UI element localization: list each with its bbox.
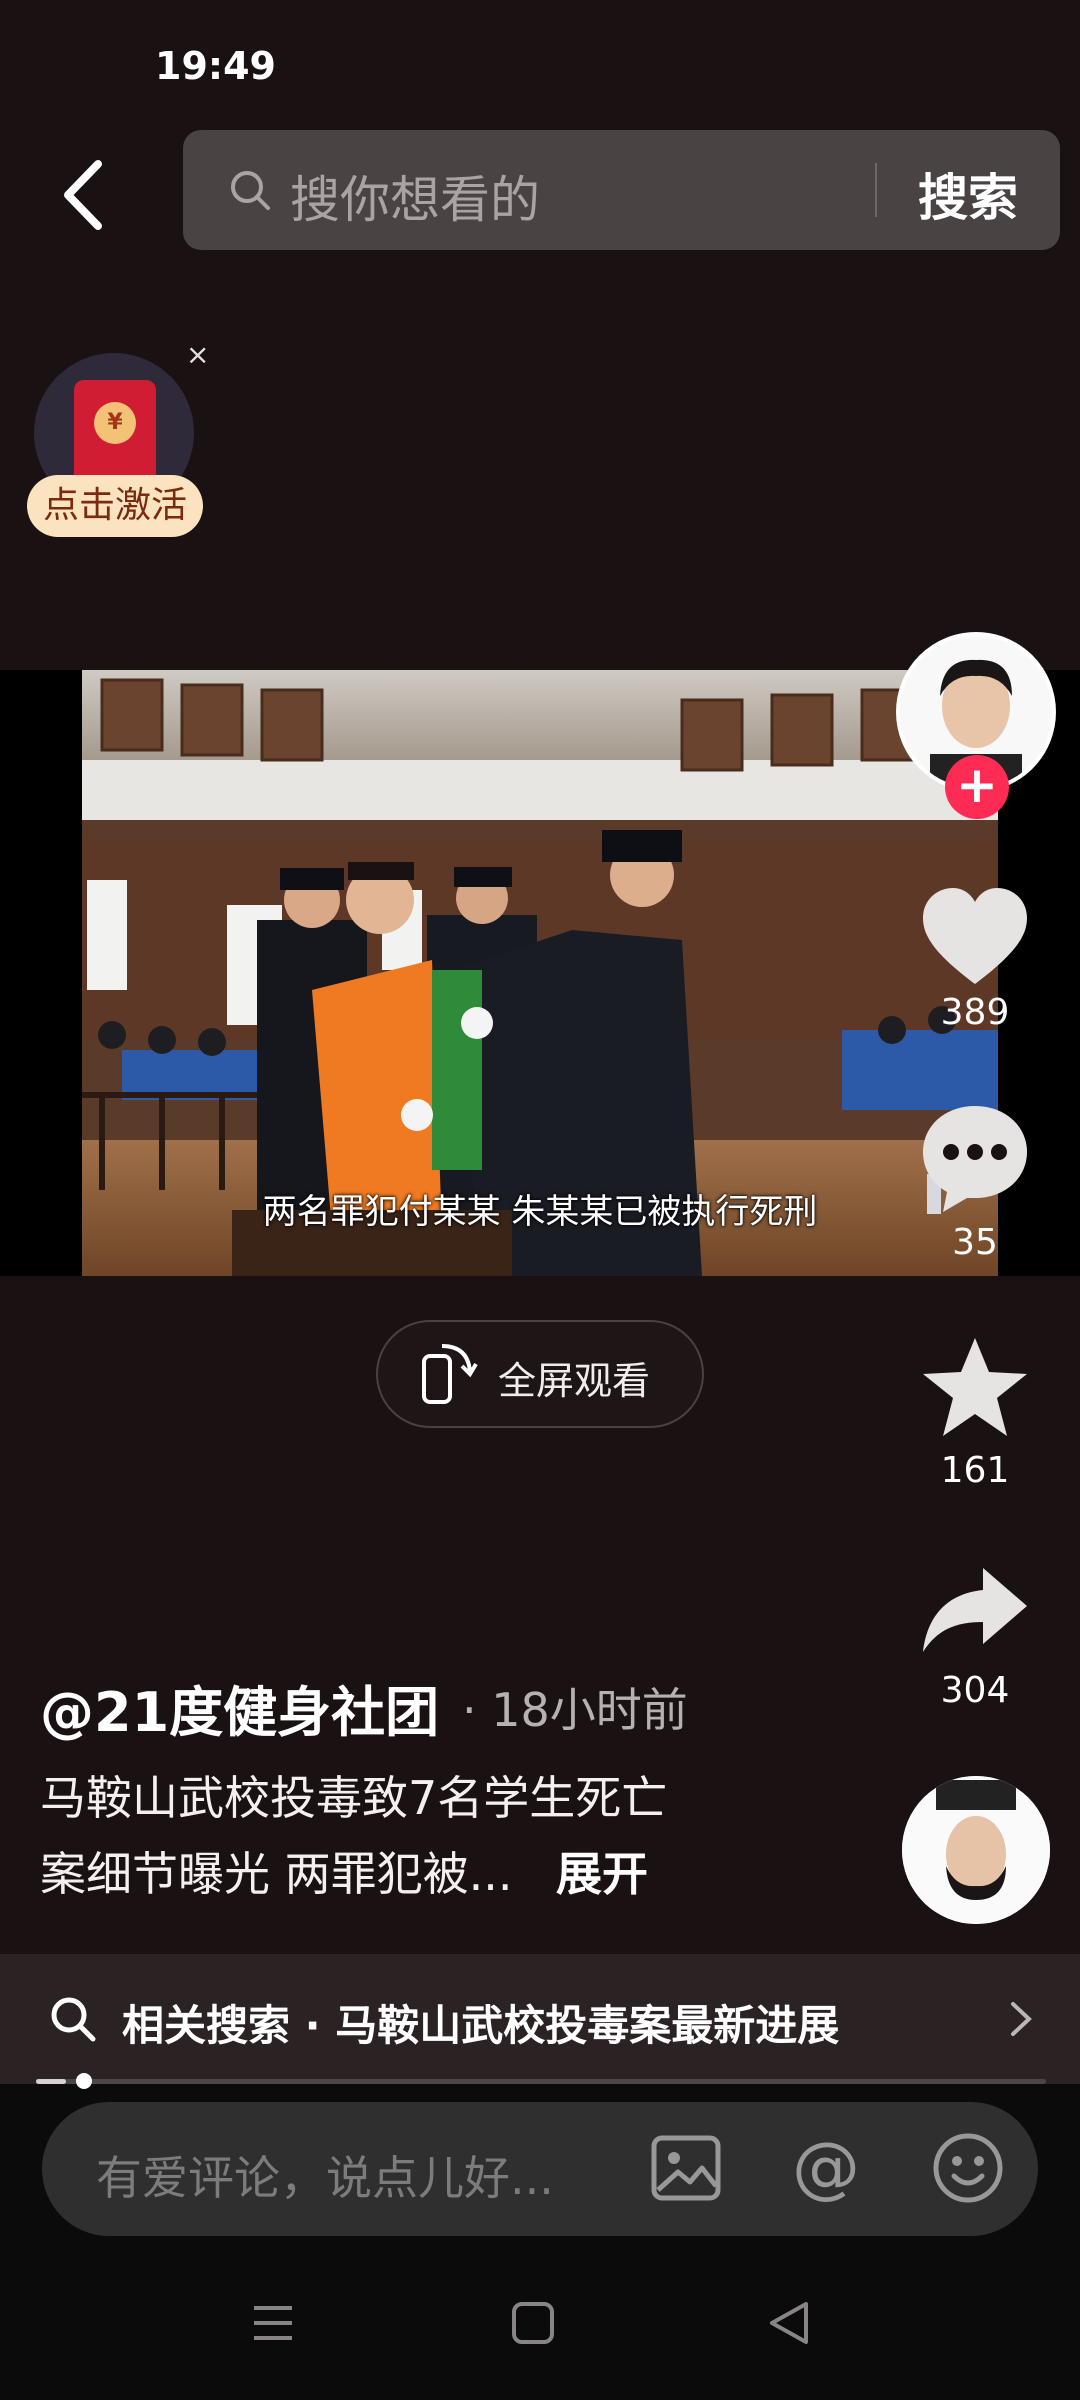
nav-recents-button[interactable] — [250, 2300, 296, 2346]
share-arrow-icon — [923, 1568, 1027, 1652]
coin-icon: ¥ — [94, 402, 136, 444]
search-input[interactable]: 搜你想看的 — [290, 160, 540, 232]
fullscreen-label: 全屏观看 — [498, 1359, 651, 1403]
menu-icon — [254, 2306, 292, 2340]
mention-button[interactable]: @ — [788, 2128, 864, 2207]
progress-fill — [36, 2079, 67, 2084]
star-icon — [923, 1338, 1027, 1436]
post-time: · 18小时前 — [462, 1683, 688, 1737]
author-name[interactable]: @21度健身社团 — [40, 1668, 439, 1747]
at-icon: @ — [792, 2128, 860, 2207]
favorite-count: 161 — [940, 1450, 1010, 1491]
related-search-text[interactable]: 相关搜索 · 马鞍山武校投毒案最新进展 — [122, 1992, 839, 2053]
like-count: 389 — [940, 992, 1010, 1033]
triangle-back-icon — [770, 2302, 808, 2344]
back-button[interactable] — [52, 150, 122, 240]
red-packet-close-button[interactable]: × — [186, 338, 209, 371]
search-icon — [48, 1994, 98, 2044]
video-subtitle: 两名罪犯付某某 朱某某已被执行死刑 — [262, 1192, 818, 1232]
heart-icon — [923, 888, 1027, 984]
comment-count: 35 — [952, 1222, 998, 1263]
share-count: 304 — [940, 1670, 1010, 1711]
rotate-screen-icon — [418, 1338, 480, 1410]
comment-button[interactable] — [915, 1098, 1035, 1218]
comment-placeholder[interactable]: 有爱评论，说点儿好... — [96, 2142, 554, 2208]
like-button[interactable] — [915, 880, 1035, 1000]
progress-handle[interactable] — [76, 2073, 92, 2089]
search-icon — [228, 168, 272, 212]
nav-back-button[interactable] — [766, 2298, 812, 2348]
expand-link[interactable]: 展开 — [556, 1838, 648, 1904]
post-description-line2[interactable]: 案细节曝光 两罪犯被... — [40, 1838, 513, 1904]
comment-bubble-icon — [923, 1106, 1027, 1212]
emoji-button[interactable] — [930, 2130, 1006, 2206]
nav-home-button[interactable] — [510, 2300, 556, 2346]
emoji-icon — [933, 2133, 1003, 2203]
image-icon — [651, 2135, 721, 2201]
svg-text:@: @ — [792, 2130, 860, 2206]
post-description[interactable]: 马鞍山武校投毒致7名学生死亡 — [40, 1762, 667, 1828]
image-button[interactable] — [648, 2130, 724, 2206]
follow-button[interactable]: + — [945, 755, 1009, 819]
search-button[interactable]: 搜索 — [918, 158, 1018, 230]
square-icon — [512, 2302, 554, 2344]
back-arrow-icon — [64, 160, 102, 230]
music-disc[interactable] — [902, 1776, 1050, 1924]
progress-track[interactable] — [36, 2079, 1046, 2084]
chevron-right-icon — [1005, 1996, 1035, 2042]
search-divider — [875, 163, 877, 217]
red-packet-activate-label[interactable]: 点击激活 — [27, 475, 203, 537]
share-button[interactable] — [915, 1552, 1035, 1672]
favorite-button[interactable] — [915, 1330, 1035, 1450]
status-time: 19:49 — [155, 44, 276, 88]
